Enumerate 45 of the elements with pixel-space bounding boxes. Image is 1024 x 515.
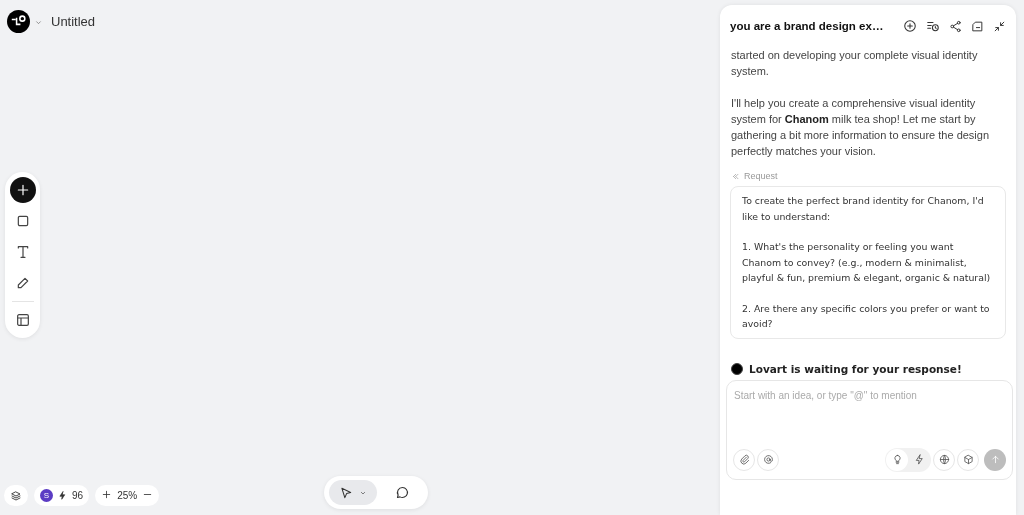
share-icon [949,19,962,33]
speech-bubble-icon [395,485,410,500]
status-text: Lovart is waiting for your response! [749,362,962,375]
history-button[interactable] [926,19,940,33]
mention-button[interactable] [757,448,779,471]
chat-message: I'll help you create a comprehensive visual identity system for Chanom milk tea shop! Let me start by gathering a bit more information to ensure the design perfectly matches your vision. [730,96,991,159]
history-icon [926,19,940,33]
file-title[interactable]: Untitled [51,14,96,29]
lightbulb-icon [891,454,903,465]
lightning-icon [58,491,67,500]
credits-pill[interactable]: S 96 [34,485,90,506]
credit-count: 96 [72,490,84,501]
arrow-up-icon [989,454,1001,465]
cube-icon [962,454,974,465]
collapse-icon [993,19,1006,33]
message-input[interactable]: Start with an idea, or type "@" to mention [733,387,1006,403]
paperclip-icon [738,454,750,465]
zoom-level: 25% [117,490,138,501]
chat-title: you are a brand design ex… [730,20,885,32]
request-text: 2. Are there any specific colors you prefer or want to avoid? [742,301,991,331]
layers-icon [10,489,22,502]
chat-message: started on developing your complete visual identity system. [730,48,979,79]
share-button[interactable] [949,19,962,33]
request-text: To create the perfect brand identity for Chanom, I'd like to understand: [742,194,985,224]
agent-icon [731,362,743,375]
plus-circle-icon [903,19,917,33]
layout-icon [14,312,31,328]
avatar: S [40,489,53,502]
idea-mode-button[interactable] [886,448,908,471]
request-label: Request [744,171,778,181]
globe-icon [938,454,950,465]
layers-button[interactable] [4,485,28,506]
request-text: 1. What's the personality or feeling you want Chanom to convey? (e.g., modern & minimalist, playful & fun, premium & elegant, organic & natural) [742,240,992,285]
new-chat-button[interactable] [903,19,917,33]
plus-icon [101,489,113,500]
collapse-button[interactable] [993,19,1006,33]
pointer-icon [339,485,353,500]
logo-icon[interactable] [7,10,30,33]
web-button[interactable] [933,448,955,471]
request-icon [732,171,741,181]
add-tool-button[interactable] [9,177,36,203]
attach-button[interactable] [733,448,755,471]
model-button[interactable] [957,448,979,471]
lightning-icon [913,454,925,465]
pointer-mode-button[interactable] [329,480,377,505]
